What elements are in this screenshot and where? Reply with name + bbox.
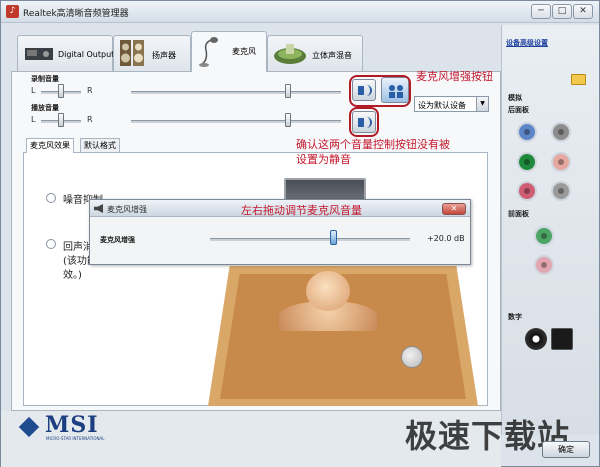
boost-dialog-close-button[interactable]: ✕	[442, 203, 466, 215]
set-default-device-label: 设为默认设备	[418, 101, 466, 110]
tab-microphone-label: 麦克风	[232, 47, 256, 56]
record-volume-thumb[interactable]	[285, 84, 291, 98]
annotation-box-playback-mute	[349, 107, 379, 137]
boost-slider-label: 麦克风增强	[100, 236, 135, 244]
speaker-icon	[94, 204, 103, 213]
digital-optical-jack-icon[interactable]	[551, 328, 573, 350]
digital-label: 数字	[508, 313, 522, 321]
record-right-label: R	[87, 86, 93, 95]
boost-dialog-title: 麦克风增强	[107, 205, 147, 214]
tab-digital-output[interactable]: Digital Output	[17, 35, 115, 71]
playback-left-label: L	[31, 115, 36, 124]
jack-rear-blue[interactable]	[517, 122, 537, 142]
stereo-mix-icon	[274, 44, 306, 64]
set-default-device-dropdown[interactable]: 设为默认设备 ▼	[414, 96, 489, 112]
tab-default-format[interactable]: 默认格式	[80, 138, 120, 152]
annotation-check-mute-1: 确认这两个音量控制按钮没有被	[296, 138, 450, 151]
boost-slider-thumb[interactable]	[330, 230, 337, 245]
record-volume-track[interactable]	[131, 91, 341, 94]
jack-rear-pink[interactable]	[551, 152, 571, 172]
tab-microphone[interactable]: 麦克风	[191, 31, 267, 72]
analog-label: 模拟	[508, 94, 522, 102]
msi-brand-subtitle: MICRO-STAR INTERNATIONAL	[46, 436, 105, 441]
device-tabs: Digital Output 扬声器 麦克风 立体声混音	[17, 31, 497, 72]
digital-coaxial-jack-icon[interactable]	[525, 328, 547, 350]
jack-front-pink[interactable]	[534, 255, 554, 275]
tab-speaker-label: 扬声器	[152, 51, 176, 60]
tab-stereo-mix-label: 立体声混音	[312, 51, 352, 60]
boost-value-readout: +20.0 dB	[427, 234, 465, 243]
playback-balance-thumb[interactable]	[58, 113, 64, 127]
mic-position-icon[interactable]	[401, 346, 423, 368]
tab-stereo-mix[interactable]: 立体声混音	[267, 35, 363, 71]
record-volume-label: 录制音量	[31, 75, 59, 83]
minimize-button[interactable]: ─	[531, 4, 551, 19]
annotation-drag-hint: 左右拖动调节麦克风音量	[241, 204, 362, 217]
record-left-label: L	[31, 86, 36, 95]
jack-rear-red[interactable]	[517, 181, 537, 201]
jack-rear-green[interactable]	[517, 152, 537, 172]
rear-panel-label: 后面板	[508, 106, 529, 114]
msi-diamond-icon	[18, 416, 40, 438]
boost-slider-track[interactable]	[210, 238, 410, 241]
annotation-check-mute-2: 设置为静音	[296, 153, 351, 166]
user-head-illustration	[306, 271, 350, 311]
jack-rear-gray-1[interactable]	[551, 122, 571, 142]
annotation-box-buttons	[349, 75, 411, 107]
echo-cancellation-radio[interactable]	[46, 239, 56, 249]
playback-volume-track[interactable]	[131, 120, 341, 123]
folder-icon[interactable]	[571, 74, 586, 85]
realtek-audio-manager-window: ♪ Realtek高清晰音频管理器 ─ □ ✕ Digital Output 扬…	[0, 0, 600, 467]
echo-cancellation-note-2: 效。)	[63, 270, 82, 281]
tab-digital-output-label: Digital Output	[58, 50, 115, 59]
playback-right-label: R	[87, 115, 93, 124]
front-panel-label: 前面板	[508, 210, 529, 218]
msi-logo: MSI MICRO-STAR INTERNATIONAL	[18, 412, 129, 441]
noise-suppression-radio[interactable]	[46, 193, 56, 203]
advanced-device-settings-link[interactable]: 设备高级设置	[506, 38, 548, 48]
title-bar[interactable]: ♪ Realtek高清晰音频管理器 ─ □ ✕	[1, 1, 599, 23]
record-balance-thumb[interactable]	[58, 84, 64, 98]
maximize-button[interactable]: □	[552, 4, 572, 19]
msi-brand-text: MSI	[45, 412, 99, 438]
annotation-boost-button: 麦克风增强按钮	[416, 70, 493, 83]
window-title: Realtek高清晰音频管理器	[23, 9, 129, 19]
tab-microphone-effects[interactable]: 麦克风效果	[26, 138, 74, 153]
realtek-app-icon: ♪	[6, 5, 19, 18]
jack-front-green[interactable]	[534, 226, 554, 246]
chevron-down-icon[interactable]: ▼	[476, 97, 488, 111]
ok-button[interactable]: 确定	[542, 441, 590, 458]
close-button[interactable]: ✕	[573, 4, 593, 19]
digital-output-icon	[25, 48, 53, 60]
playback-volume-thumb[interactable]	[285, 113, 291, 127]
tab-speaker[interactable]: 扬声器	[113, 35, 191, 71]
speaker-icon	[120, 40, 144, 66]
jack-rear-gray-2[interactable]	[551, 181, 571, 201]
microphone-icon	[199, 37, 218, 67]
playback-volume-label: 播放音量	[31, 104, 59, 112]
